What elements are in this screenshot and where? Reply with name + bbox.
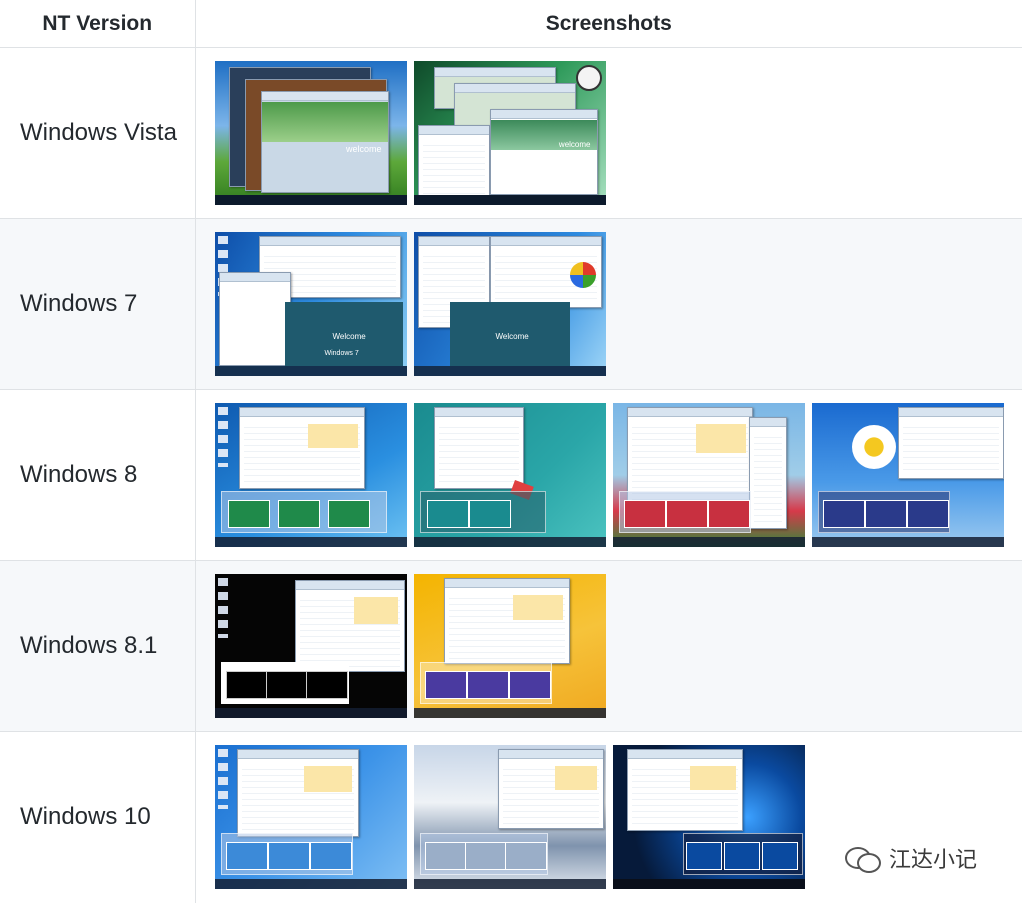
screenshot-thumbnail[interactable] <box>413 403 606 547</box>
watermark-text: 江达小记 <box>889 848 978 873</box>
screenshot-thumbnail[interactable]: welcome <box>214 61 407 205</box>
table-row: Windows Vista welcome welcome <box>0 47 1022 219</box>
screenshot-thumbnail[interactable]: Welcome Windows 7 <box>214 232 407 376</box>
screenshot-thumbnail[interactable]: welcome <box>413 61 606 205</box>
screenshot-thumbnail[interactable]: Welcome <box>413 232 606 376</box>
wechat-icon <box>843 843 883 873</box>
welcome-text: Welcome <box>332 332 366 341</box>
table-row: Windows 7 Welcome Windows 7 Welcome <box>0 218 1022 390</box>
screenshot-thumbnail[interactable] <box>612 403 805 547</box>
header-screenshots: Screenshots <box>195 0 1022 48</box>
watermark: 江达小记 <box>843 842 977 874</box>
table-row: Windows 10 <box>0 731 1022 903</box>
version-cell: Windows 8 <box>0 389 196 561</box>
header-nt-version: NT Version <box>0 0 196 48</box>
version-cell: Windows 7 <box>0 218 196 390</box>
nt-version-table: NT Version Screenshots Windows Vista wel… <box>0 0 1022 903</box>
screenshot-thumbnail[interactable] <box>612 745 805 890</box>
table-row: Windows 8.1 <box>0 560 1022 732</box>
screenshots-cell: Welcome Windows 7 Welcome <box>195 218 1022 390</box>
table-row: Windows 8 <box>0 389 1022 561</box>
version-cell: Windows Vista <box>0 47 196 219</box>
screenshot-thumbnail[interactable] <box>413 745 606 890</box>
screenshots-cell <box>195 389 1022 561</box>
version-cell: Windows 10 <box>0 731 196 903</box>
screenshot-thumbnail[interactable] <box>214 403 407 547</box>
welcome-text: welcome <box>345 144 382 154</box>
version-cell: Windows 8.1 <box>0 560 196 732</box>
screenshot-thumbnail[interactable] <box>214 745 407 890</box>
screenshots-cell: welcome welcome <box>195 47 1022 219</box>
screenshot-thumbnail[interactable] <box>811 403 1004 547</box>
screenshot-thumbnail[interactable] <box>413 574 606 718</box>
windows-brand-text: Windows 7 <box>324 350 359 357</box>
screenshot-thumbnail[interactable] <box>214 574 407 718</box>
screenshots-cell <box>195 560 1022 732</box>
screenshots-cell <box>195 732 1022 903</box>
